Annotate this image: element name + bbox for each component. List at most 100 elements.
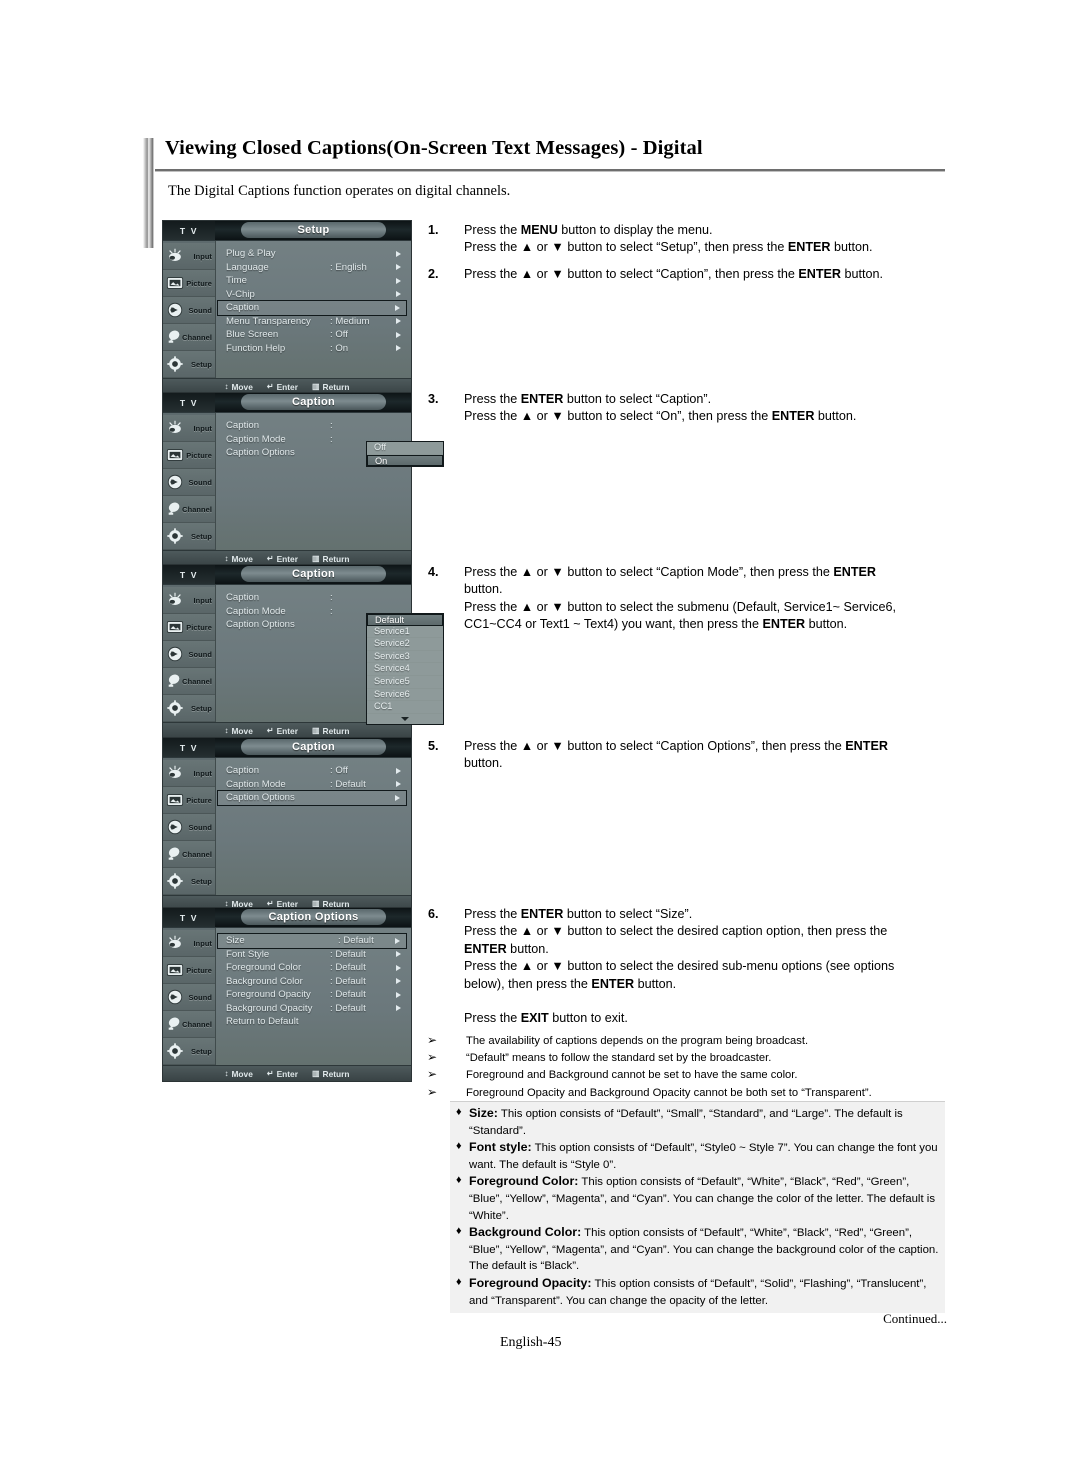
sidebar-item-label: Input <box>193 768 212 778</box>
menu-row-label: Caption Options <box>226 619 295 631</box>
osd-menu-list: Caption: Caption Mode: Caption Options Off O… <box>216 413 444 550</box>
osd-body: Input Picture Sound Channel Setup Plug & Play… <box>163 241 411 378</box>
sidebar-item-channel[interactable]: Channel <box>163 841 215 868</box>
osd-tv-label: T V <box>163 221 215 240</box>
sidebar-item-channel[interactable]: Channel <box>163 668 215 695</box>
osd-menu-list: Caption: Caption Mode: Caption Options Defa… <box>216 585 444 725</box>
arrow-bullet-icon: ➢ <box>427 1084 438 1099</box>
chevron-right-icon <box>396 951 401 958</box>
diamond-bullet-icon: ♦ <box>456 1275 462 1288</box>
menu-row[interactable]: Size: Default <box>217 933 407 949</box>
chevron-down-icon[interactable] <box>367 713 443 724</box>
sidebar-item-channel[interactable]: Channel <box>163 1011 215 1038</box>
menu-row[interactable]: Menu Transparency: Medium <box>226 315 407 329</box>
dropdown-option[interactable]: Service6 <box>367 688 443 702</box>
dropdown-list[interactable]: Off On <box>366 441 444 468</box>
option-body: This option consists of “Default”, “Styl… <box>469 1142 938 1171</box>
step-3: 3. Press the ENTER button to select “Capt… <box>428 391 968 426</box>
menu-row[interactable]: Caption: Off <box>226 764 407 778</box>
title-divider <box>155 169 945 172</box>
sidebar-item-picture[interactable]: Picture <box>163 614 215 641</box>
menu-row[interactable]: Foreground Color: Default <box>226 961 407 975</box>
sidebar-item-picture[interactable]: Picture <box>163 787 215 814</box>
return-key-icon: ▥ <box>311 726 320 735</box>
menu-row[interactable]: Plug & Play <box>226 247 407 261</box>
footer-enter: ↵ Enter <box>267 382 298 392</box>
sidebar-item-input[interactable]: Input <box>163 760 215 787</box>
chevron-right-icon <box>396 264 401 271</box>
note-item: ➢ The availability of captions depends on… <box>427 1033 945 1050</box>
dropdown-option[interactable]: Off <box>367 442 443 455</box>
sidebar-item-sound[interactable]: Sound <box>163 984 215 1011</box>
sidebar-item-setup[interactable]: Setup <box>163 351 215 378</box>
menu-row[interactable]: Caption: <box>226 591 407 605</box>
enter-key-icon: ↵ <box>266 382 274 391</box>
dropdown-option[interactable]: Service2 <box>367 638 443 651</box>
sidebar-item-channel[interactable]: Channel <box>163 324 215 351</box>
menu-row[interactable]: Caption Options <box>217 790 407 806</box>
diamond-bullet-icon: ♦ <box>456 1174 462 1187</box>
sidebar-item-sound[interactable]: Sound <box>163 814 215 841</box>
dropdown-option[interactable]: Service3 <box>367 650 443 664</box>
page-number: English-45 <box>500 1335 562 1350</box>
menu-row[interactable]: Background Color: Default <box>226 975 407 989</box>
menu-row[interactable]: Caption Mode: Default <box>226 778 407 792</box>
step-number: 5. <box>428 739 439 753</box>
picture-icon <box>166 791 184 809</box>
step-number: 2. <box>428 267 439 281</box>
menu-row[interactable]: Return to Default <box>226 1015 407 1029</box>
sidebar-item-setup[interactable]: Setup <box>163 523 215 550</box>
sidebar-item-picture[interactable]: Picture <box>163 957 215 984</box>
menu-row[interactable]: Blue Screen: Off <box>226 328 407 342</box>
option-name: Size: <box>469 1106 498 1120</box>
menu-row-value: : Off <box>330 765 348 777</box>
menu-row[interactable]: Foreground Opacity: Default <box>226 988 407 1002</box>
sidebar-item-sound[interactable]: Sound <box>163 641 215 668</box>
menu-row[interactable]: Caption <box>217 300 407 316</box>
step-6: 6. Press the ENTER button to select “Size… <box>428 906 968 1028</box>
sidebar-item-input[interactable]: Input <box>163 415 215 442</box>
menu-row[interactable]: Function Help: On <box>226 342 407 356</box>
setup-icon <box>166 872 184 890</box>
picture-icon <box>166 446 184 464</box>
osd-setup-menu: T V Setup Input Picture Sound Channel Setup Plu… <box>162 220 412 395</box>
dropdown-option[interactable]: On <box>367 454 443 467</box>
menu-row-value: : Default <box>330 1002 366 1014</box>
menu-row[interactable]: Time <box>226 274 407 288</box>
sidebar-item-input[interactable]: Input <box>163 930 215 957</box>
sidebar-item-input[interactable]: Input <box>163 243 215 270</box>
menu-row[interactable]: Caption: <box>226 419 407 433</box>
sidebar-item-picture[interactable]: Picture <box>163 270 215 297</box>
dropdown-option[interactable]: Service5 <box>367 675 443 689</box>
dropdown-option[interactable]: Service4 <box>367 663 443 676</box>
sidebar-item-label: Channel <box>182 332 212 342</box>
menu-row-value: : English <box>330 261 367 273</box>
menu-row[interactable]: Font Style: Default <box>226 948 407 962</box>
osd-tv-label: T V <box>163 393 215 412</box>
step-number: 4. <box>428 565 439 579</box>
sidebar-item-setup[interactable]: Setup <box>163 1038 215 1065</box>
menu-row[interactable]: Background Opacity: Default <box>226 1002 407 1016</box>
osd-sidebar: Input Picture Sound Channel Setup <box>163 413 216 550</box>
sidebar-item-sound[interactable]: Sound <box>163 469 215 496</box>
dropdown-option[interactable]: CC1 <box>367 701 443 714</box>
sidebar-item-channel[interactable]: Channel <box>163 496 215 523</box>
step-text: Press the ENTER button to select “Captio… <box>464 392 857 424</box>
input-icon <box>166 247 184 265</box>
step-text: Press the ENTER button to select “Size”.… <box>464 907 895 1026</box>
sidebar-item-input[interactable]: Input <box>163 587 215 614</box>
sidebar-item-label: Sound <box>188 477 212 487</box>
footer-return: ▥ Return <box>312 726 350 736</box>
sidebar-item-sound[interactable]: Sound <box>163 297 215 324</box>
sidebar-item-setup[interactable]: Setup <box>163 695 215 722</box>
sidebar-item-picture[interactable]: Picture <box>163 442 215 469</box>
note-text: Foreground Opacity and Background Opacit… <box>466 1086 872 1099</box>
footer-return-label: Return <box>322 725 350 736</box>
menu-row[interactable]: Language: English <box>226 261 407 275</box>
menu-row[interactable]: V-Chip <box>226 288 407 302</box>
sound-icon <box>166 301 184 319</box>
menu-row-label: Function Help <box>226 342 286 354</box>
sidebar-item-setup[interactable]: Setup <box>163 868 215 895</box>
footer-return: ▥ Return <box>312 554 350 564</box>
osd-menu-title: Caption Options <box>241 909 386 925</box>
